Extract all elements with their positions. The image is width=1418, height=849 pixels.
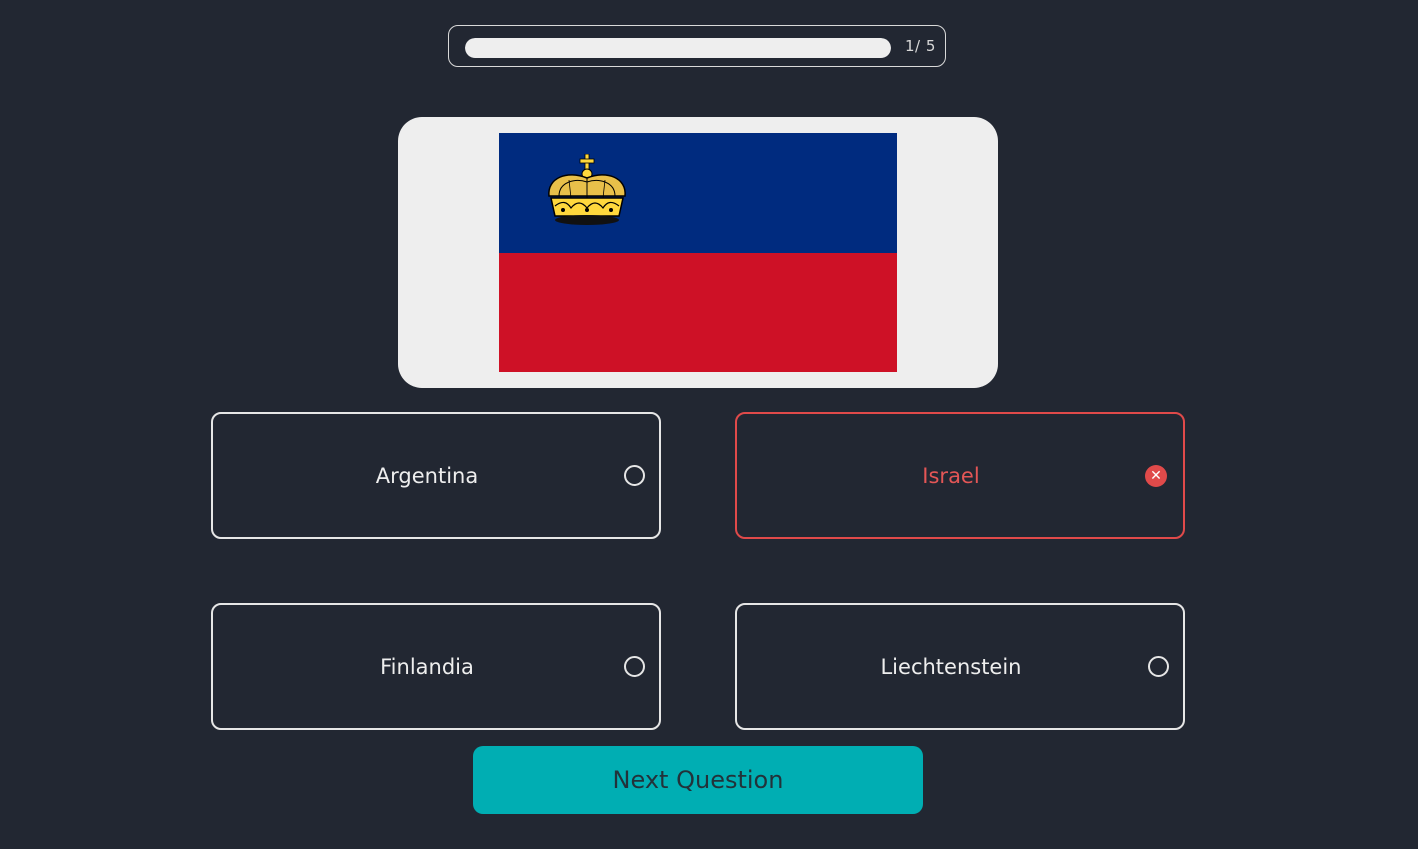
option-label: Israel xyxy=(922,463,980,488)
option-label: Argentina xyxy=(375,463,479,488)
liechtenstein-flag-icon xyxy=(499,133,897,372)
progress-count: 1/ 5 xyxy=(905,37,936,55)
radio-circle-icon xyxy=(624,465,645,486)
option-finlandia[interactable]: Finlandia xyxy=(211,603,661,730)
progress-track xyxy=(465,38,891,58)
option-israel[interactable]: Israel ✕ xyxy=(735,412,1185,539)
radio-circle-icon xyxy=(1148,656,1169,677)
next-question-button[interactable]: Next Question xyxy=(473,746,923,814)
crown-icon xyxy=(548,154,626,225)
option-argentina[interactable]: Argentina xyxy=(211,412,661,539)
x-circle-icon: ✕ xyxy=(1145,465,1167,487)
progress-fill xyxy=(465,38,891,58)
option-liechtenstein[interactable]: Liechtenstein xyxy=(735,603,1185,730)
option-label: Liechtenstein xyxy=(880,654,1022,679)
progress-bar: 1/ 5 xyxy=(448,25,946,67)
option-label: Finlandia xyxy=(380,654,474,679)
flag-card xyxy=(398,117,998,388)
flag-red-stripe xyxy=(499,253,897,372)
radio-circle-icon xyxy=(624,656,645,677)
